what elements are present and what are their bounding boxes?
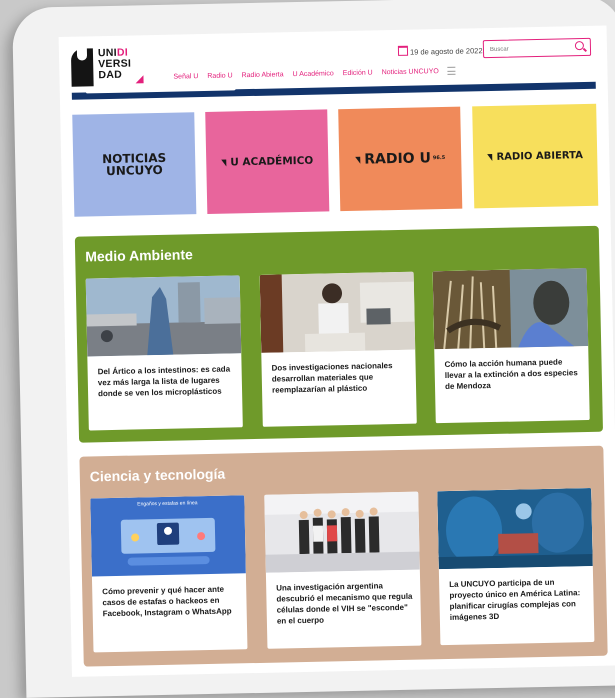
brand-tile-noticias-uncuyo[interactable]: NOTICIAS UNCUYO: [72, 112, 197, 217]
brand-tile-radio-u[interactable]: RADIO U 96.5: [338, 106, 463, 212]
flag-icon: [221, 159, 227, 167]
date-display: 19 de agosto de 2022: [397, 44, 483, 57]
search-input[interactable]: [487, 41, 573, 57]
news-image-lizard-species: [432, 268, 589, 350]
news-title: Del Ártico a los intestinos: es cada vez…: [97, 364, 231, 399]
logo-word-1: UNIDI: [97, 46, 129, 60]
news-image-research-team: [264, 491, 420, 573]
news-card[interactable]: Engaños y estafas en línea Cómo prevenir…: [90, 495, 248, 653]
date-text: 19 de agosto de 2022: [409, 46, 483, 57]
news-card[interactable]: Cómo la acción humana puede llevar a la …: [432, 268, 590, 424]
news-card[interactable]: La UNCUYO participa de un proyecto único…: [437, 487, 595, 646]
calendar-icon: [397, 45, 409, 56]
news-card[interactable]: Una investigación argentina descubrió el…: [264, 491, 422, 649]
main-nav: Señal U Radio U Radio Abierta U Académic…: [173, 66, 462, 81]
brand-tiles: NOTICIAS UNCUYO U ACADÉMICO RADIO U 96.5 R…: [72, 103, 599, 217]
unidiversidad-logo[interactable]: UNIDI VERSI DAD: [70, 45, 152, 91]
nav-item-edicion-u[interactable]: Edición U: [343, 69, 373, 77]
news-title: Cómo prevenir y qué hacer ante casos de …: [102, 584, 232, 619]
logo-word-3: DAD: [98, 68, 123, 82]
logo-triangle-icon: [135, 75, 144, 84]
news-title: Una investigación argentina descubrió el…: [276, 581, 413, 626]
news-image-recycled-sculpture: [85, 275, 242, 357]
logo-mark-icon: [70, 48, 94, 87]
news-title: Cómo la acción humana puede llevar a la …: [444, 357, 578, 392]
device-frame: UNIDI VERSI DAD 19 de agosto de 2022 Señ…: [12, 0, 615, 698]
brand-label-line2: UNCUYO: [105, 162, 163, 179]
news-image-surgery: [437, 487, 593, 570]
brand-label: RADIO ABIERTA: [496, 149, 584, 163]
nav-item-senal-u[interactable]: Señal U: [173, 73, 198, 81]
brand-tile-radio-abierta[interactable]: RADIO ABIERTA: [472, 103, 599, 209]
section-title[interactable]: Ciencia y tecnología: [90, 466, 226, 485]
news-title: Dos investigaciones nacionales desarroll…: [271, 361, 393, 395]
news-card[interactable]: Del Ártico a los intestinos: es cada vez…: [85, 275, 243, 431]
nav-item-noticias-uncuyo[interactable]: Noticias UNCUYO: [382, 68, 439, 76]
brand-tile-u-academico[interactable]: U ACADÉMICO: [205, 109, 330, 214]
news-image-lab-researcher: [259, 271, 416, 353]
nav-item-u-academico[interactable]: U Académico: [292, 70, 333, 78]
news-image-online-scams: Engaños y estafas en línea: [90, 495, 246, 577]
hamburger-menu-icon[interactable]: [447, 66, 456, 75]
brand-label: RADIO U: [364, 150, 432, 168]
section-medio-ambiente: Medio Ambiente Del Ártico a los intestin…: [74, 225, 604, 443]
flag-icon: [487, 153, 493, 161]
web-page: UNIDI VERSI DAD 19 de agosto de 2022 Señ…: [58, 25, 615, 677]
search-icon[interactable]: [574, 41, 585, 51]
brand-label: U ACADÉMICO: [230, 154, 314, 169]
nav-item-radio-abierta[interactable]: Radio Abierta: [242, 71, 284, 79]
section-ciencia-y-tecnologia: Ciencia y tecnología Engaños y estafas e…: [79, 445, 608, 667]
logo-word-2: VERSI: [98, 57, 132, 71]
section-title[interactable]: Medio Ambiente: [85, 246, 193, 264]
nav-item-radio-u[interactable]: Radio U: [207, 72, 232, 80]
news-title: La UNCUYO participa de un proyecto único…: [449, 577, 581, 622]
news-card[interactable]: Dos investigaciones nacionales desarroll…: [259, 271, 417, 427]
search-box[interactable]: [482, 37, 592, 59]
frequency-label: 96.5: [432, 154, 446, 162]
flag-icon: [355, 156, 361, 164]
